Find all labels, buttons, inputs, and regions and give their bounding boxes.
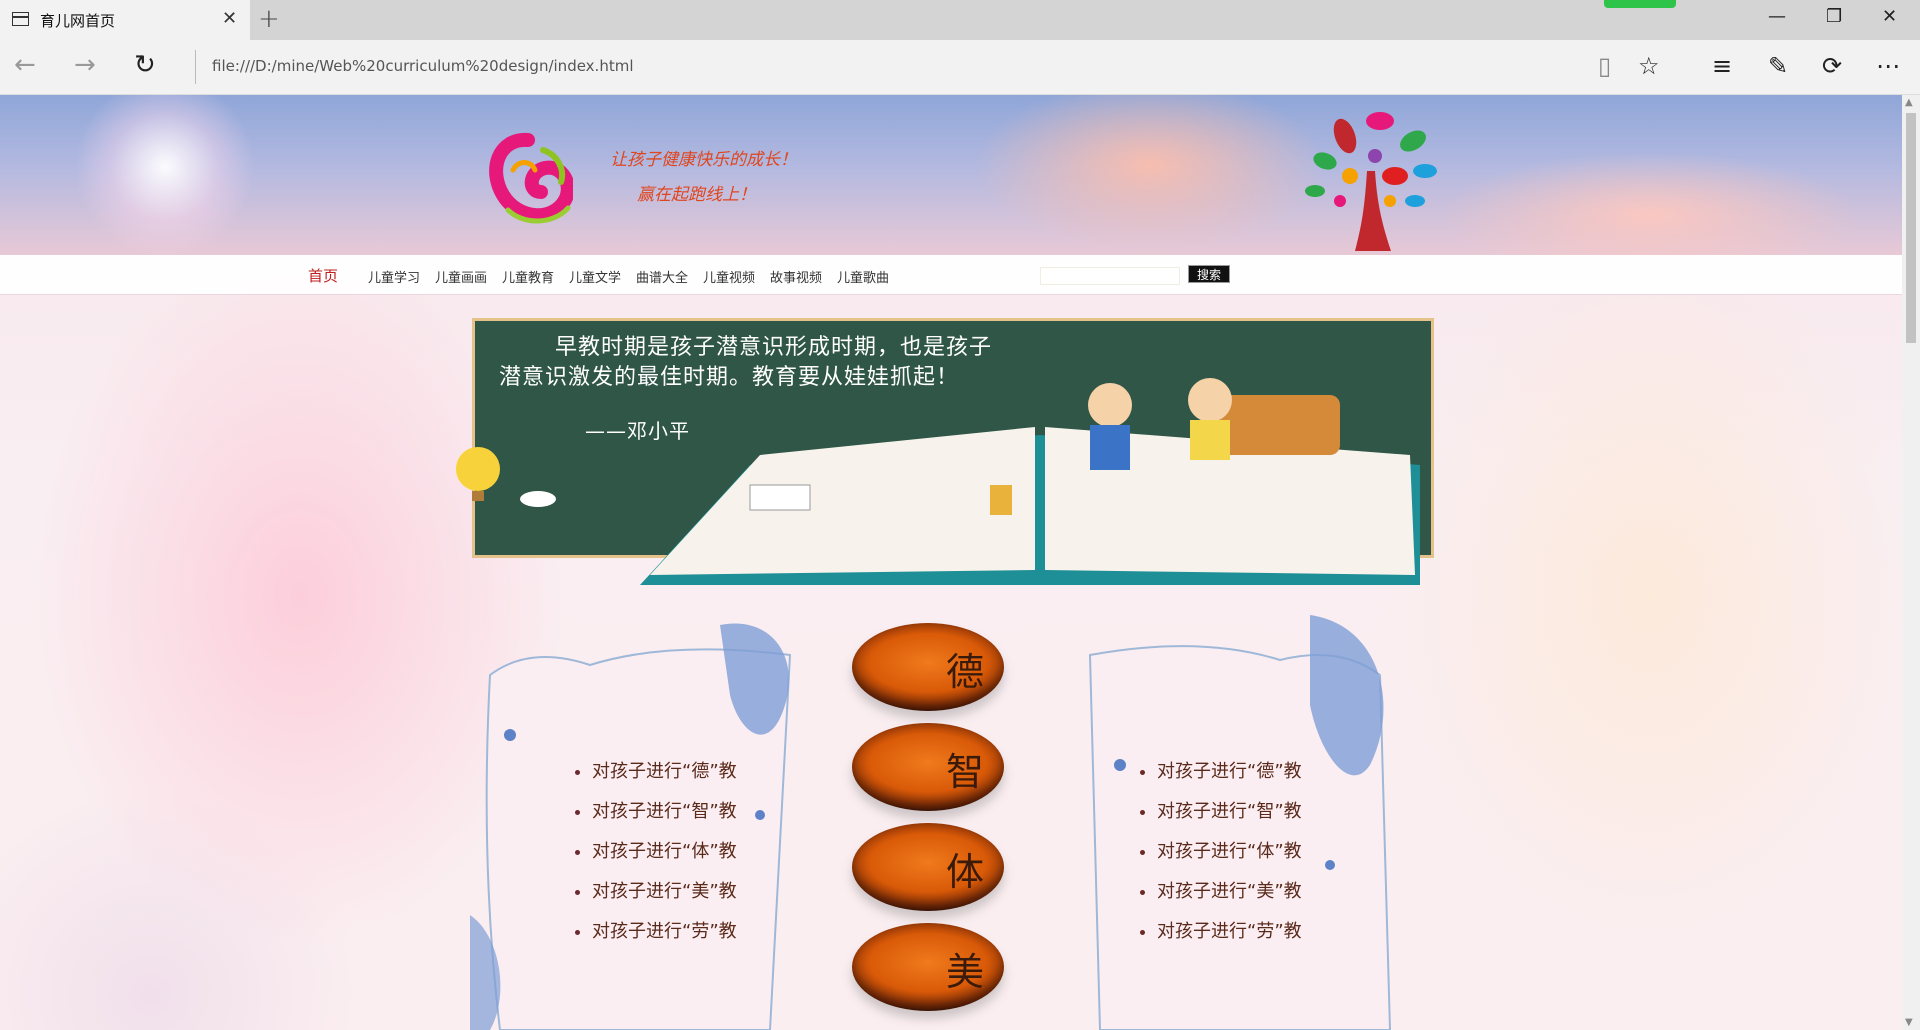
page-scrollbar[interactable]: ▲ ▼ — [1902, 95, 1920, 1030]
left-education-list: 对孩子进行“德”教对孩子进行“智”教对孩子进行“体”教对孩子进行“美”教对孩子进… — [572, 752, 737, 952]
list-item: 对孩子进行“体”教 — [1157, 832, 1302, 872]
orb-button[interactable]: 体 — [852, 823, 1004, 911]
list-item: 对孩子进行“德”教 — [592, 752, 737, 792]
orb-label: 体 — [945, 850, 984, 894]
list-item-text: 对孩子进行“智”教 — [1157, 801, 1302, 822]
list-item: 对孩子进行“体”教 — [592, 832, 737, 872]
close-window-button[interactable]: ✕ — [1882, 6, 1897, 27]
nav-item-4[interactable]: 儿童文学 — [569, 267, 621, 286]
open-book-illustration — [640, 378, 1420, 585]
browser-tab[interactable]: 育儿网首页 ✕ — [0, 0, 250, 40]
close-tab-icon[interactable]: ✕ — [222, 8, 237, 29]
refresh-button[interactable]: ↻ — [134, 50, 156, 80]
slogan-line-2: 赢在起跑线上！ — [637, 185, 756, 205]
search-input[interactable] — [1040, 267, 1180, 285]
tab-title: 育儿网首页 — [40, 12, 116, 30]
list-item: 对孩子进行“德”教 — [1157, 752, 1302, 792]
colorful-tree-logo — [1305, 112, 1437, 251]
list-item-text: 对孩子进行“智”教 — [592, 801, 737, 822]
balloon-illustration — [456, 447, 556, 507]
nav-item-7[interactable]: 故事视频 — [770, 267, 822, 286]
web-note-icon[interactable]: ✎ — [1768, 52, 1788, 80]
list-item: 对孩子进行“劳”教 — [592, 912, 737, 952]
reading-view-icon[interactable]: ▯ — [1598, 52, 1611, 80]
address-separator — [195, 50, 196, 84]
page-icon — [12, 12, 29, 26]
site-logo[interactable] — [483, 130, 573, 230]
share-icon[interactable]: ⟳ — [1822, 52, 1842, 80]
favorite-star-icon[interactable]: ☆ — [1638, 52, 1660, 80]
list-item-text: 对孩子进行“劳”教 — [1157, 921, 1302, 942]
loading-progress — [1604, 0, 1676, 8]
orb-button[interactable]: 德 — [852, 623, 1004, 711]
forward-button[interactable]: → — [74, 50, 96, 80]
tab-bar: 育儿网首页 ✕ + — ❐ ✕ — [0, 0, 1920, 40]
orb-button[interactable]: 智 — [852, 723, 1004, 811]
url-field[interactable]: file:///D:/mine/Web%20curriculum%20desig… — [212, 57, 634, 75]
page-viewport: 让孩子健康快乐的成长！ 赢在起跑线上！ 搜索 首页 儿童学习 儿童画画 儿童教育 儿童文… — [0, 95, 1902, 1030]
nav-item-5[interactable]: 曲谱大全 — [636, 267, 688, 286]
nav-item-6[interactable]: 儿童视频 — [703, 267, 755, 286]
orb-button[interactable]: 美 — [852, 923, 1004, 1011]
main-nav: 搜索 首页 儿童学习 儿童画画 儿童教育 儿童文学 曲谱大全 儿童视频 故事视频 儿童歌曲 — [0, 255, 1902, 295]
nav-item-1[interactable]: 儿童学习 — [368, 267, 420, 286]
list-item-text: 对孩子进行“德”教 — [592, 761, 737, 782]
orb-label: 美 — [945, 950, 984, 994]
minimize-button[interactable]: — — [1768, 6, 1786, 27]
list-item: 对孩子进行“美”教 — [1157, 872, 1302, 912]
list-item-text: 对孩子进行“体”教 — [1157, 841, 1302, 862]
list-item-text: 对孩子进行“美”教 — [592, 881, 737, 902]
address-bar: ← → ↻ file:///D:/mine/Web%20curriculum%2… — [0, 40, 1920, 95]
orb-label: 德 — [945, 650, 984, 694]
list-item-text: 对孩子进行“体”教 — [592, 841, 737, 862]
right-education-list: 对孩子进行“德”教对孩子进行“智”教对孩子进行“体”教对孩子进行“美”教对孩子进… — [1137, 752, 1302, 952]
list-item: 对孩子进行“智”教 — [1157, 792, 1302, 832]
scroll-thumb[interactable] — [1906, 113, 1916, 343]
back-button[interactable]: ← — [14, 50, 36, 80]
list-item-text: 对孩子进行“美”教 — [1157, 881, 1302, 902]
scroll-up-icon[interactable]: ▲ — [1905, 97, 1913, 108]
nav-inner: 搜索 首页 儿童学习 儿童画画 儿童教育 儿童文学 曲谱大全 儿童视频 故事视频 儿童歌曲 — [290, 255, 1500, 295]
list-item: 对孩子进行“劳”教 — [1157, 912, 1302, 952]
hub-icon[interactable]: ≡ — [1712, 52, 1732, 80]
nav-item-0[interactable]: 首页 — [308, 265, 338, 286]
search-button[interactable]: 搜索 — [1188, 265, 1230, 283]
list-item: 对孩子进行“美”教 — [592, 872, 737, 912]
nav-item-3[interactable]: 儿童教育 — [502, 267, 554, 286]
restore-button[interactable]: ❐ — [1826, 6, 1842, 27]
more-icon[interactable]: ⋯ — [1876, 52, 1900, 80]
nav-item-8[interactable]: 儿童歌曲 — [837, 267, 889, 286]
list-item-text: 对孩子进行“德”教 — [1157, 761, 1302, 782]
slogan-line-1: 让孩子健康快乐的成长！ — [610, 150, 797, 170]
list-item-text: 对孩子进行“劳”教 — [592, 921, 737, 942]
list-item: 对孩子进行“智”教 — [592, 792, 737, 832]
loading-progress-fill — [1604, 0, 1676, 8]
nav-item-2[interactable]: 儿童画画 — [435, 267, 487, 286]
header-banner: 让孩子健康快乐的成长！ 赢在起跑线上！ — [0, 95, 1902, 255]
scroll-down-icon[interactable]: ▼ — [1905, 1017, 1913, 1028]
orb-label: 智 — [945, 750, 984, 794]
new-tab-button[interactable]: + — [258, 4, 280, 34]
